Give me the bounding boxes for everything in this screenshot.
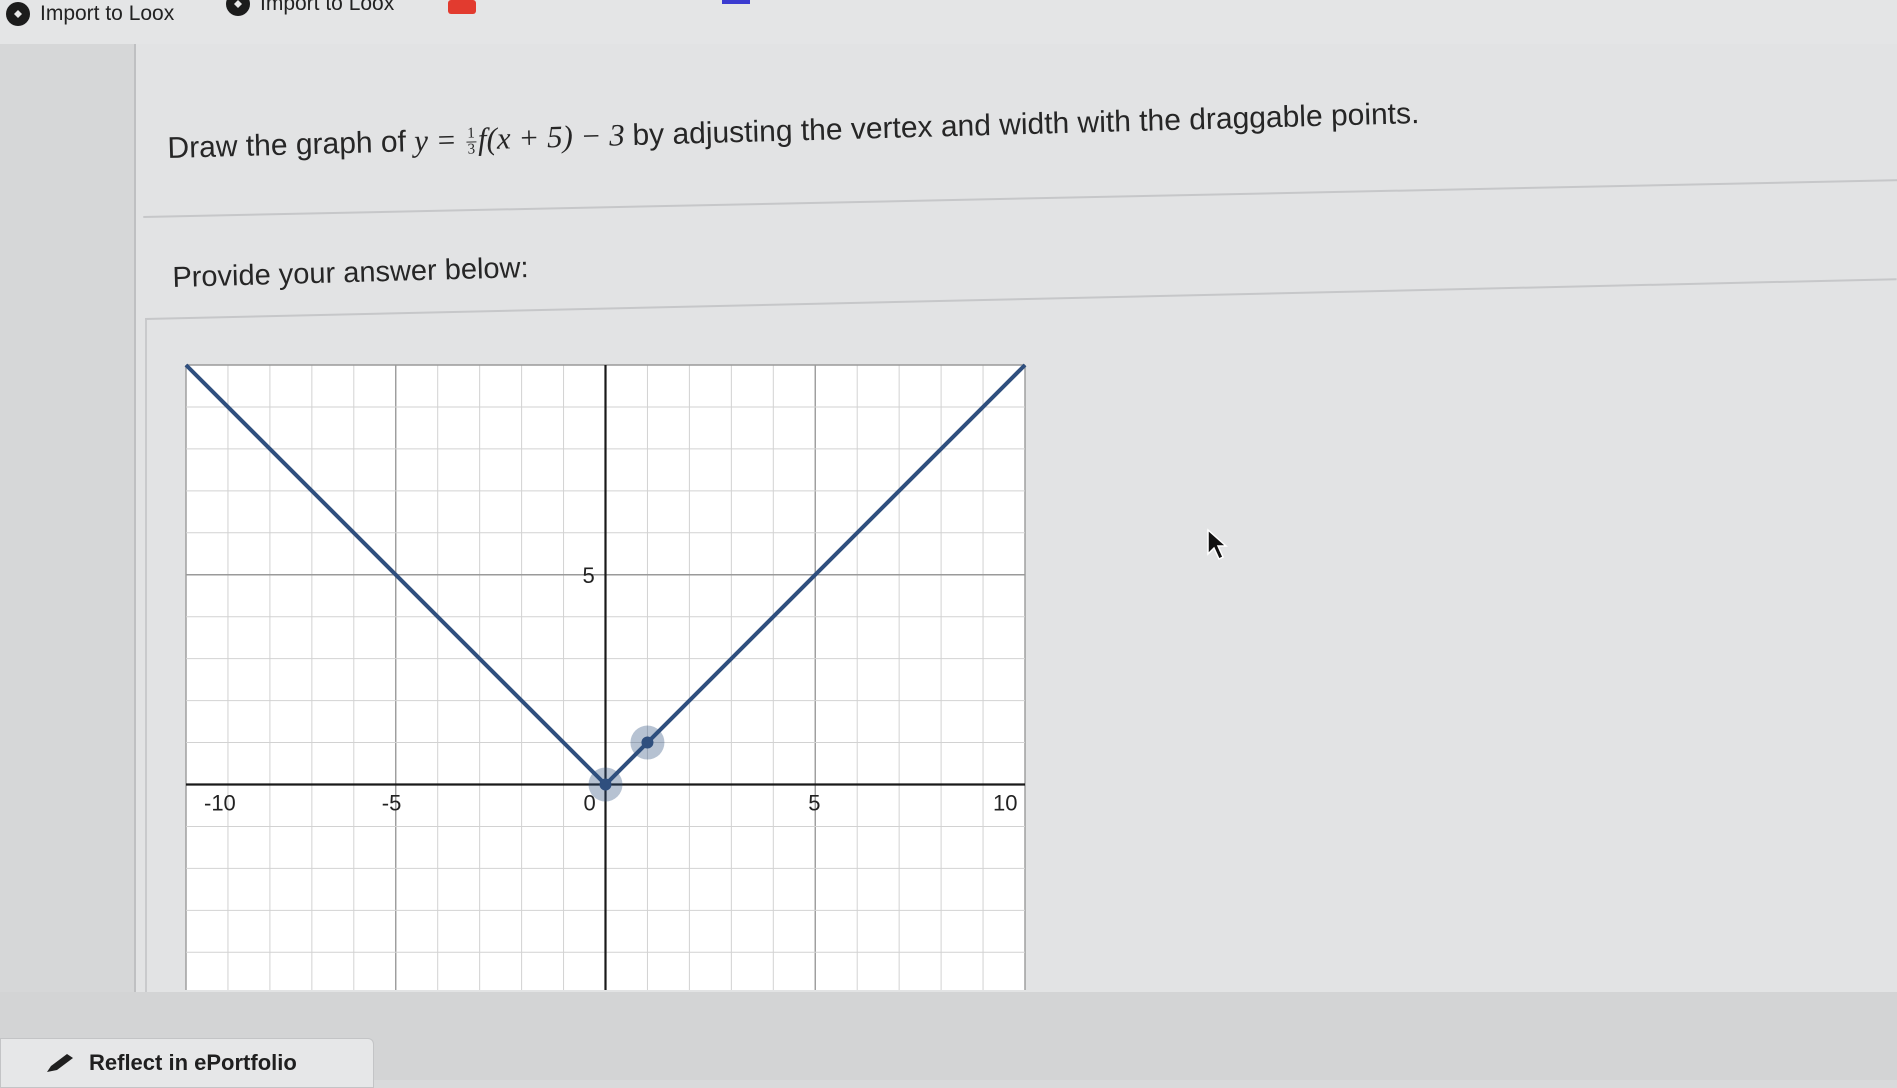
pencil-icon [47,1054,73,1072]
fraction-numerator: 1 [466,125,476,144]
equation-rhs: f(x + 5) − 3 [477,117,626,157]
youtube-icon[interactable] [448,0,476,14]
x-tick-label: -10 [204,791,236,816]
y-tick-label: 5 [583,563,595,588]
prompt-prefix: Draw the graph of [167,125,407,165]
width-draggable-point[interactable] [641,736,654,749]
fraction-denominator: 3 [467,141,476,158]
bookmark-import-loox-1[interactable]: Import to Loox [6,0,174,28]
graph-widget[interactable]: -10 -5 0 5 10 5 [180,355,1040,995]
coordinate-grid[interactable]: -10 -5 0 5 105 [180,355,1040,995]
bookmark-import-loox-2[interactable]: Import to Loox [226,0,394,18]
x-tick-label: -5 [382,791,402,816]
mouse-cursor-icon [1207,528,1228,561]
reflect-in-eportfolio-button[interactable]: Reflect in ePortfolio [0,1038,374,1088]
answer-rail [145,320,147,992]
reflect-label: Reflect in ePortfolio [89,1050,297,1075]
loox-icon [6,2,30,26]
x-tick-label: 10 [993,791,1017,816]
left-rail [0,44,136,992]
x-tick-label: 5 [808,791,820,816]
vertex-draggable-point[interactable] [599,778,612,791]
loox-icon [226,0,250,16]
equation-lhs: y = [413,121,458,159]
bookmark-label: Import to Loox [40,2,175,25]
bookmark-label: Import to Loox [260,0,395,15]
fraction: 13 [466,125,476,158]
bookmark-folder-icon[interactable] [722,0,750,4]
equation: y = 1 3 f(x + 5) − 3 [414,117,633,158]
